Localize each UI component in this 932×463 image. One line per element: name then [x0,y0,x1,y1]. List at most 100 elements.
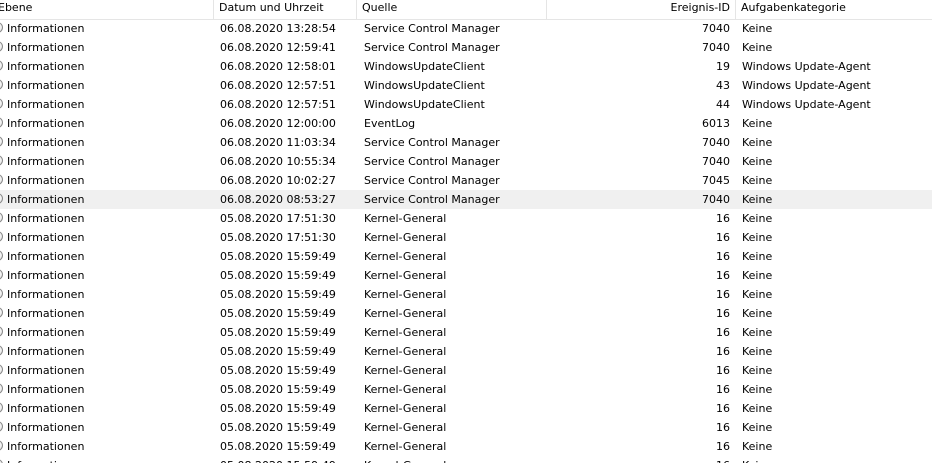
cell-source: Kernel-General [364,421,447,434]
cell-source: Kernel-General [364,402,447,415]
information-icon [0,364,3,375]
cell-source: Kernel-General [364,456,547,463]
column-header-task-label: Aufgabenkategorie [741,1,846,14]
cell-level: Informationen [0,323,214,342]
information-icon [0,326,3,337]
cell-source: EventLog [364,117,416,130]
table-row[interactable]: Informationen 05.08.2020 15:59:49 Kernel-G… [0,418,932,437]
cell-date: 05.08.2020 15:59:49 [220,326,336,339]
table-row[interactable]: Informationen 05.08.2020 15:59:49 Kernel-G… [0,342,932,361]
cell-level: Informationen [0,247,214,266]
information-icon [0,155,3,166]
cell-task: Keine [742,155,773,168]
information-icon [0,212,3,223]
cell-source: WindowsUpdateClient [364,79,485,92]
table-row[interactable]: Informationen 06.08.2020 12:58:01 WindowsU… [0,57,932,76]
table-row[interactable]: Informationen 05.08.2020 17:51:30 Kernel-G… [0,228,932,247]
table-row[interactable]: Informationen 05.08.2020 15:59:49 Kernel-G… [0,304,932,323]
cell-task: Keine [742,269,773,282]
cell-level: Informationen [0,209,214,228]
event-log-table: Ebene Datum und Uhrzeit Quelle Ereignis-… [0,0,932,463]
level-text: Informationen [7,117,85,130]
column-header-task[interactable]: Aufgabenkategorie [735,0,932,19]
level-text: Informationen [7,193,85,206]
cell-source: Service Control Manager [364,22,500,35]
cell-source: Kernel-General [364,326,447,339]
information-icon [0,459,3,463]
cell-level: Informationen [0,361,214,380]
column-header-event-id[interactable]: Ereignis-ID [547,0,735,19]
cell-date: 06.08.2020 10:02:27 [220,174,336,187]
cell-level: Informationen [0,19,214,38]
column-header-source[interactable]: Quelle [357,0,547,19]
cell-task: Keine [742,22,773,35]
cell-date: 05.08.2020 15:59:49 [220,364,336,377]
table-row[interactable]: Informationen 06.08.2020 08:53:27 Service … [0,190,932,209]
table-row[interactable]: Informationen 05.08.2020 15:59:49 Kernel-G… [0,266,932,285]
cell-event-id: 16 [716,307,730,320]
cell-level: Informationen [0,437,214,456]
table-row[interactable]: Informationen 06.08.2020 12:57:51 WindowsU… [0,76,932,95]
information-icon [0,307,3,318]
cell-source: Service Control Manager [364,193,500,206]
table-row[interactable]: Informationen 05.08.2020 15:59:49 Kernel-G… [0,247,932,266]
table-row[interactable]: Informationen 05.08.2020 15:59:49 Kernel-G… [0,456,932,463]
cell-level: Informationen [0,285,214,304]
table-row[interactable]: Informationen 05.08.2020 15:59:49 Kernel-G… [0,285,932,304]
cell-task: Keine [742,136,773,149]
column-header-level[interactable]: Ebene [0,0,214,19]
level-text: Informationen [7,41,85,54]
cell-task: Keine [742,456,932,463]
table-row[interactable]: Informationen 06.08.2020 10:55:34 Service … [0,152,932,171]
cell-level: Informationen [0,76,214,95]
level-text: Informationen [7,345,85,358]
table-row[interactable]: Informationen 05.08.2020 15:59:49 Kernel-G… [0,437,932,456]
table-row[interactable]: Informationen 06.08.2020 12:00:00 EventLog… [0,114,932,133]
column-header-date[interactable]: Datum und Uhrzeit [214,0,357,19]
table-row[interactable]: Informationen 05.08.2020 15:59:49 Kernel-G… [0,399,932,418]
cell-date: 06.08.2020 11:03:34 [220,136,336,149]
cell-level: Informationen [0,190,214,209]
cell-date: 05.08.2020 15:59:49 [220,307,336,320]
cell-event-id: 16 [547,456,730,463]
table-row[interactable]: Informationen 05.08.2020 15:59:49 Kernel-G… [0,361,932,380]
table-row[interactable]: Informationen 05.08.2020 15:59:49 Kernel-G… [0,323,932,342]
level-text: Informationen [7,60,85,73]
cell-source: Service Control Manager [364,174,500,187]
cell-source: Kernel-General [364,288,447,301]
cell-date: 05.08.2020 15:59:49 [220,250,336,263]
level-text: Informationen [7,155,85,168]
cell-level: Informationen [0,456,214,463]
information-icon [0,383,3,394]
level-text: Informationen [7,98,85,111]
cell-task: Keine [742,212,773,225]
information-icon [0,193,3,204]
table-row[interactable]: Informationen 06.08.2020 12:57:51 WindowsU… [0,95,932,114]
cell-level: Informationen [0,95,214,114]
cell-date: 06.08.2020 13:28:54 [220,22,336,35]
table-row[interactable]: Informationen 06.08.2020 12:59:41 Service … [0,38,932,57]
cell-source: Service Control Manager [364,41,500,54]
cell-event-id: 16 [716,402,730,415]
cell-event-id: 7040 [702,136,730,149]
cell-level: Informationen [0,342,214,361]
table-row[interactable]: Informationen 06.08.2020 10:02:27 Service … [0,171,932,190]
cell-event-id: 7045 [702,174,730,187]
cell-date: 06.08.2020 12:59:41 [220,41,336,54]
cell-task: Windows Update-Agent [742,98,871,111]
table-row[interactable]: Informationen 06.08.2020 13:28:54 Service … [0,19,932,38]
cell-task: Keine [742,402,773,415]
cell-source: WindowsUpdateClient [364,98,485,111]
cell-task: Keine [742,364,773,377]
cell-level: Informationen [0,152,214,171]
table-row[interactable]: Informationen 05.08.2020 15:59:49 Kernel-G… [0,380,932,399]
cell-source: Kernel-General [364,440,447,453]
table-row[interactable]: Informationen 05.08.2020 17:51:30 Kernel-G… [0,209,932,228]
cell-source: Kernel-General [364,364,447,377]
table-header: Ebene Datum und Uhrzeit Quelle Ereignis-… [0,0,932,20]
cell-source: Service Control Manager [364,155,500,168]
cell-source: Kernel-General [364,307,447,320]
level-text: Informationen [7,250,85,263]
level-text: Informationen [7,288,85,301]
table-row[interactable]: Informationen 06.08.2020 11:03:34 Service … [0,133,932,152]
